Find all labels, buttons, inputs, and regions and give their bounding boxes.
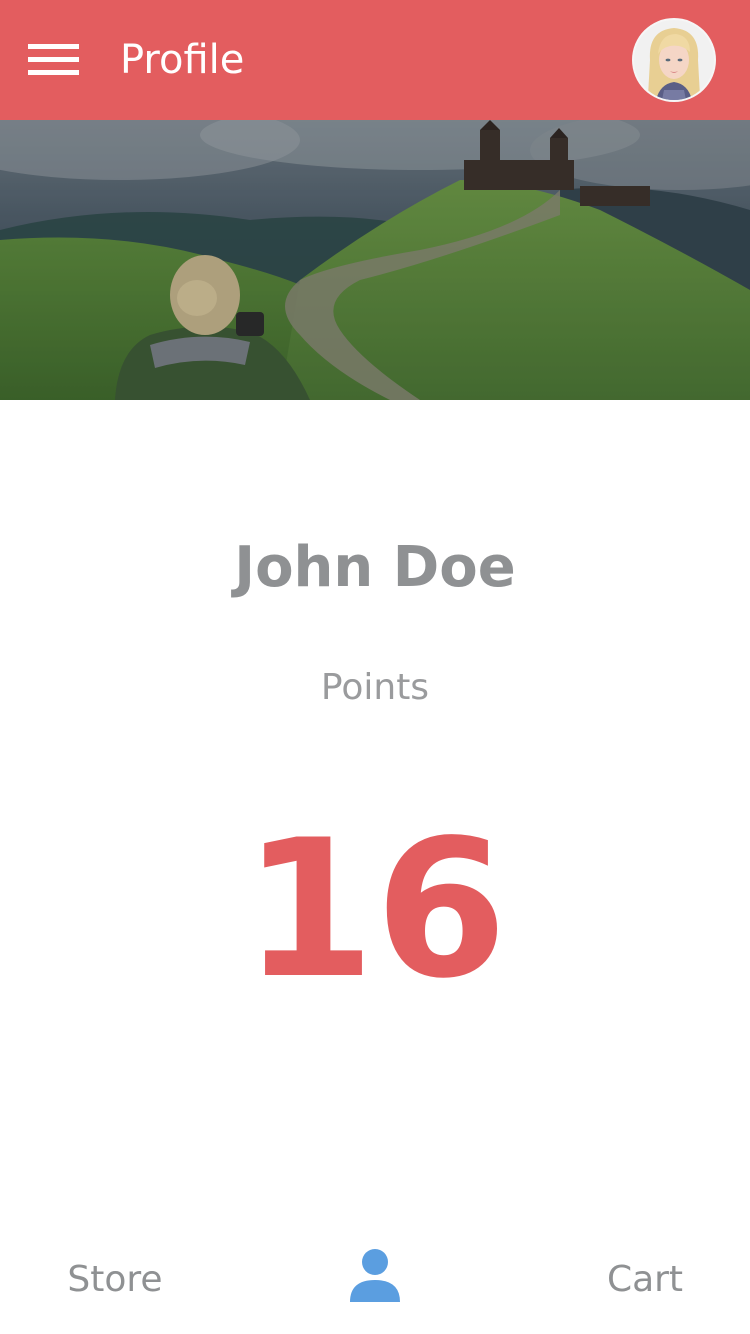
points-value: 16 — [242, 799, 508, 1020]
nav-cart-tab[interactable]: Cart — [570, 1252, 720, 1308]
app-screen: Profile John Doe Points 16 Store Cart — [0, 0, 750, 1334]
profile-name: John Doe — [234, 535, 516, 600]
app-header: Profile — [0, 0, 750, 120]
person-icon[interactable] — [346, 1248, 404, 1302]
bottom-navigation: Store Cart — [0, 1230, 750, 1334]
cover-photo — [0, 120, 750, 400]
avatar-photo — [634, 20, 714, 100]
page-title: Profile — [120, 37, 245, 83]
nav-store-tab[interactable]: Store — [40, 1252, 190, 1308]
avatar[interactable] — [634, 20, 714, 100]
hamburger-menu-icon[interactable] — [22, 36, 86, 84]
points-label: Points — [320, 667, 430, 708]
